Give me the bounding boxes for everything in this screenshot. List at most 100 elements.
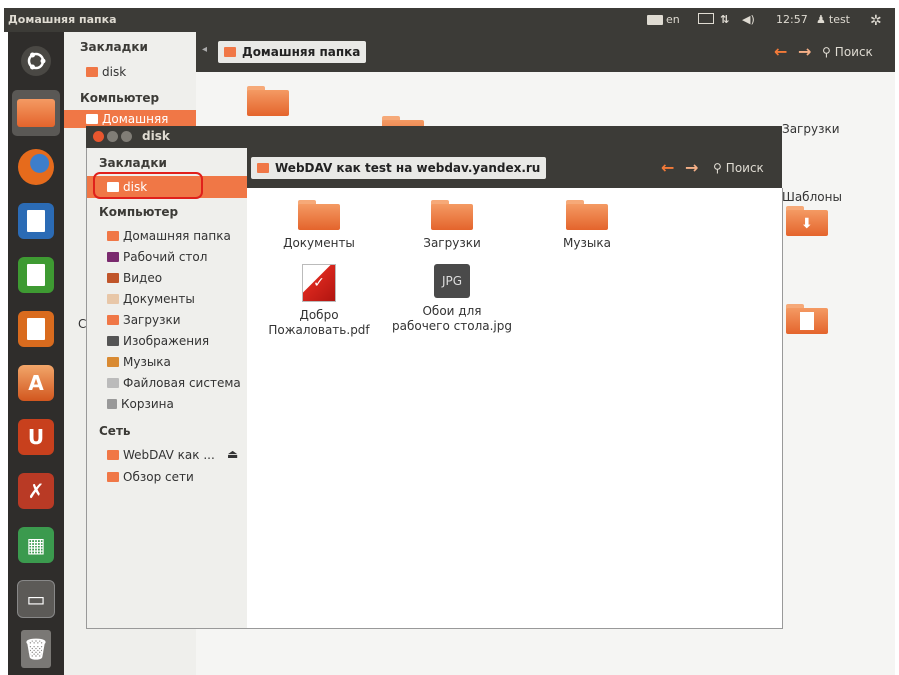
home-folder-icon [107, 231, 119, 241]
launcher-files[interactable] [12, 90, 60, 136]
minimize-icon[interactable] [107, 131, 118, 142]
network-indicator[interactable]: ⇅ [720, 13, 729, 26]
front-search-label: Поиск [725, 161, 764, 175]
nav-forward-icon[interactable]: → [685, 158, 698, 177]
front-computer-heading: Компьютер [99, 205, 179, 219]
template-icon [800, 312, 814, 330]
launcher-trash[interactable]: 🗑 [12, 626, 60, 672]
file-item-welcome-pdf[interactable]: ✓ Добро Пожаловать.pdf [259, 264, 379, 338]
back-nav-back-icon[interactable]: ← [774, 42, 787, 61]
back-nav-forward-icon[interactable]: → [798, 42, 811, 61]
front-toolbar: WebDAV как test на webdav.yandex.ru ← → … [247, 148, 782, 188]
sidebar-item-browse-network[interactable]: Обзор сети [107, 470, 194, 484]
file-item-documents[interactable]: Документы [259, 200, 379, 251]
window-title: Домашняя папка [8, 13, 117, 26]
maximize-icon[interactable] [121, 131, 132, 142]
film-icon [107, 273, 119, 283]
file-label-line2: Пожаловать.pdf [268, 323, 370, 337]
sidebar-item-label: Рабочий стол [123, 250, 208, 264]
back-home-label: Домашняя [102, 112, 169, 126]
session-menu[interactable]: ✲ [870, 13, 882, 29]
file-label: Добро Пожаловать.pdf [268, 308, 369, 338]
sidebar-item-label: Видео [123, 271, 163, 285]
sidebar-item-label: Загрузки [123, 313, 181, 327]
text-document-icon [18, 203, 54, 239]
back-folder-downloads-label: Загрузки [782, 122, 840, 136]
file-item-music[interactable]: Музыка [527, 200, 647, 251]
file-item-wallpaper-jpg[interactable]: JPG Обои для рабочего стола.jpg [392, 264, 512, 334]
keyboard-indicator[interactable]: en [647, 13, 680, 26]
launcher-dash[interactable] [12, 38, 60, 84]
sidebar-item-label: WebDAV как ... [123, 448, 215, 462]
back-folder-downloads[interactable]: ⬇ [786, 206, 828, 236]
sidebar-item-desktop[interactable]: Рабочий стол [107, 250, 207, 264]
network-folder-icon [257, 163, 269, 173]
pictures-folder-icon [107, 336, 119, 346]
launcher-firefox[interactable] [12, 144, 60, 190]
search-icon: ⚲ [822, 45, 831, 59]
trash-icon: 🗑 [21, 630, 51, 668]
sidebar-item-music[interactable]: Музыка [107, 355, 171, 369]
launcher-ubuntu-one[interactable]: U [12, 414, 60, 460]
launcher-system-settings[interactable]: ✗ [12, 468, 60, 514]
messaging-indicator[interactable] [698, 13, 714, 24]
back-sidebar-item-disk[interactable]: disk [86, 65, 126, 79]
back-folder-templates[interactable] [786, 304, 828, 334]
launcher: A U ✗ ▦ ▭ 🗑 [8, 32, 64, 675]
jpg-badge: JPG [441, 274, 463, 288]
sidebar-item-documents[interactable]: Документы [107, 292, 195, 306]
download-folder-icon [107, 315, 119, 325]
sidebar-item-label: Корзина [121, 397, 174, 411]
sidebar-item-label: Музыка [123, 355, 171, 369]
sidebar-item-home[interactable]: Домашняя папка [107, 229, 231, 243]
jpg-icon: JPG [434, 264, 470, 298]
shopping-bag-icon: A [18, 365, 54, 401]
front-breadcrumb[interactable]: WebDAV как test на webdav.yandex.ru [251, 157, 547, 179]
back-search-button[interactable]: ⚲ Поиск [822, 45, 873, 59]
user-icon: ♟ [816, 13, 826, 26]
presentation-icon [18, 311, 54, 347]
sidebar-item-pictures[interactable]: Изображения [107, 334, 209, 348]
file-label: Документы [283, 236, 355, 250]
sound-indicator[interactable]: ◀) [742, 13, 755, 26]
back-breadcrumb[interactable]: Домашняя папка [218, 41, 367, 63]
keyboard-icon [647, 14, 663, 25]
front-content: Документы Загрузки Музыка ✓ Добро Пожало… [247, 188, 783, 629]
launcher-impress[interactable] [12, 306, 60, 352]
user-menu[interactable]: ♟ test [816, 13, 850, 26]
trash-icon [107, 399, 117, 409]
home-folder-icon [224, 47, 236, 57]
back-folder-1[interactable] [247, 86, 289, 116]
sidebar-item-trash[interactable]: Корзина [107, 397, 174, 411]
file-label: Обои для рабочего стола.jpg [392, 304, 512, 334]
back-computer-heading: Компьютер [80, 91, 160, 105]
search-button[interactable]: ⚲ Поиск [713, 161, 764, 175]
pdf-icon: ✓ [302, 264, 336, 302]
sidebar-item-label: Обзор сети [123, 470, 194, 484]
close-icon[interactable] [93, 131, 104, 142]
nav-back-icon[interactable]: ← [661, 158, 674, 177]
back-bookmark-disk-label: disk [102, 65, 127, 79]
file-label-line2: рабочего стола.jpg [392, 319, 512, 333]
top-panel: Домашняя папка en ⇅ ◀) 12:57 ♟ test ✲ [4, 8, 895, 32]
launcher-writer[interactable] [12, 198, 60, 244]
file-label: Музыка [563, 236, 611, 250]
firefox-icon [18, 149, 54, 185]
back-folder-templates-label: Шаблоны [782, 190, 842, 204]
sidebar-item-video[interactable]: Видео [107, 271, 162, 285]
pathbar-left-arrow-icon[interactable]: ◂ [202, 44, 207, 55]
clock[interactable]: 12:57 [776, 13, 808, 26]
launcher-software-center[interactable]: A [12, 360, 60, 406]
launcher-show-desktop[interactable]: ▭ [12, 576, 60, 622]
file-label-line1: Обои для [422, 304, 482, 318]
file-item-downloads[interactable]: Загрузки [392, 200, 512, 251]
sidebar-item-webdav[interactable]: WebDAV как ... [107, 448, 215, 462]
launcher-calc[interactable] [12, 252, 60, 298]
eject-icon[interactable]: ⏏ [227, 447, 238, 461]
front-sidebar: Закладки disk Компьютер Домашняя папка Р… [86, 148, 248, 629]
launcher-workspaces[interactable]: ▦ [12, 522, 60, 568]
sidebar-item-downloads[interactable]: Загрузки [107, 313, 181, 327]
sidebar-item-filesystem[interactable]: Файловая система [107, 376, 241, 390]
sidebar-item-label: Документы [123, 292, 195, 306]
music-folder-icon [107, 357, 119, 367]
